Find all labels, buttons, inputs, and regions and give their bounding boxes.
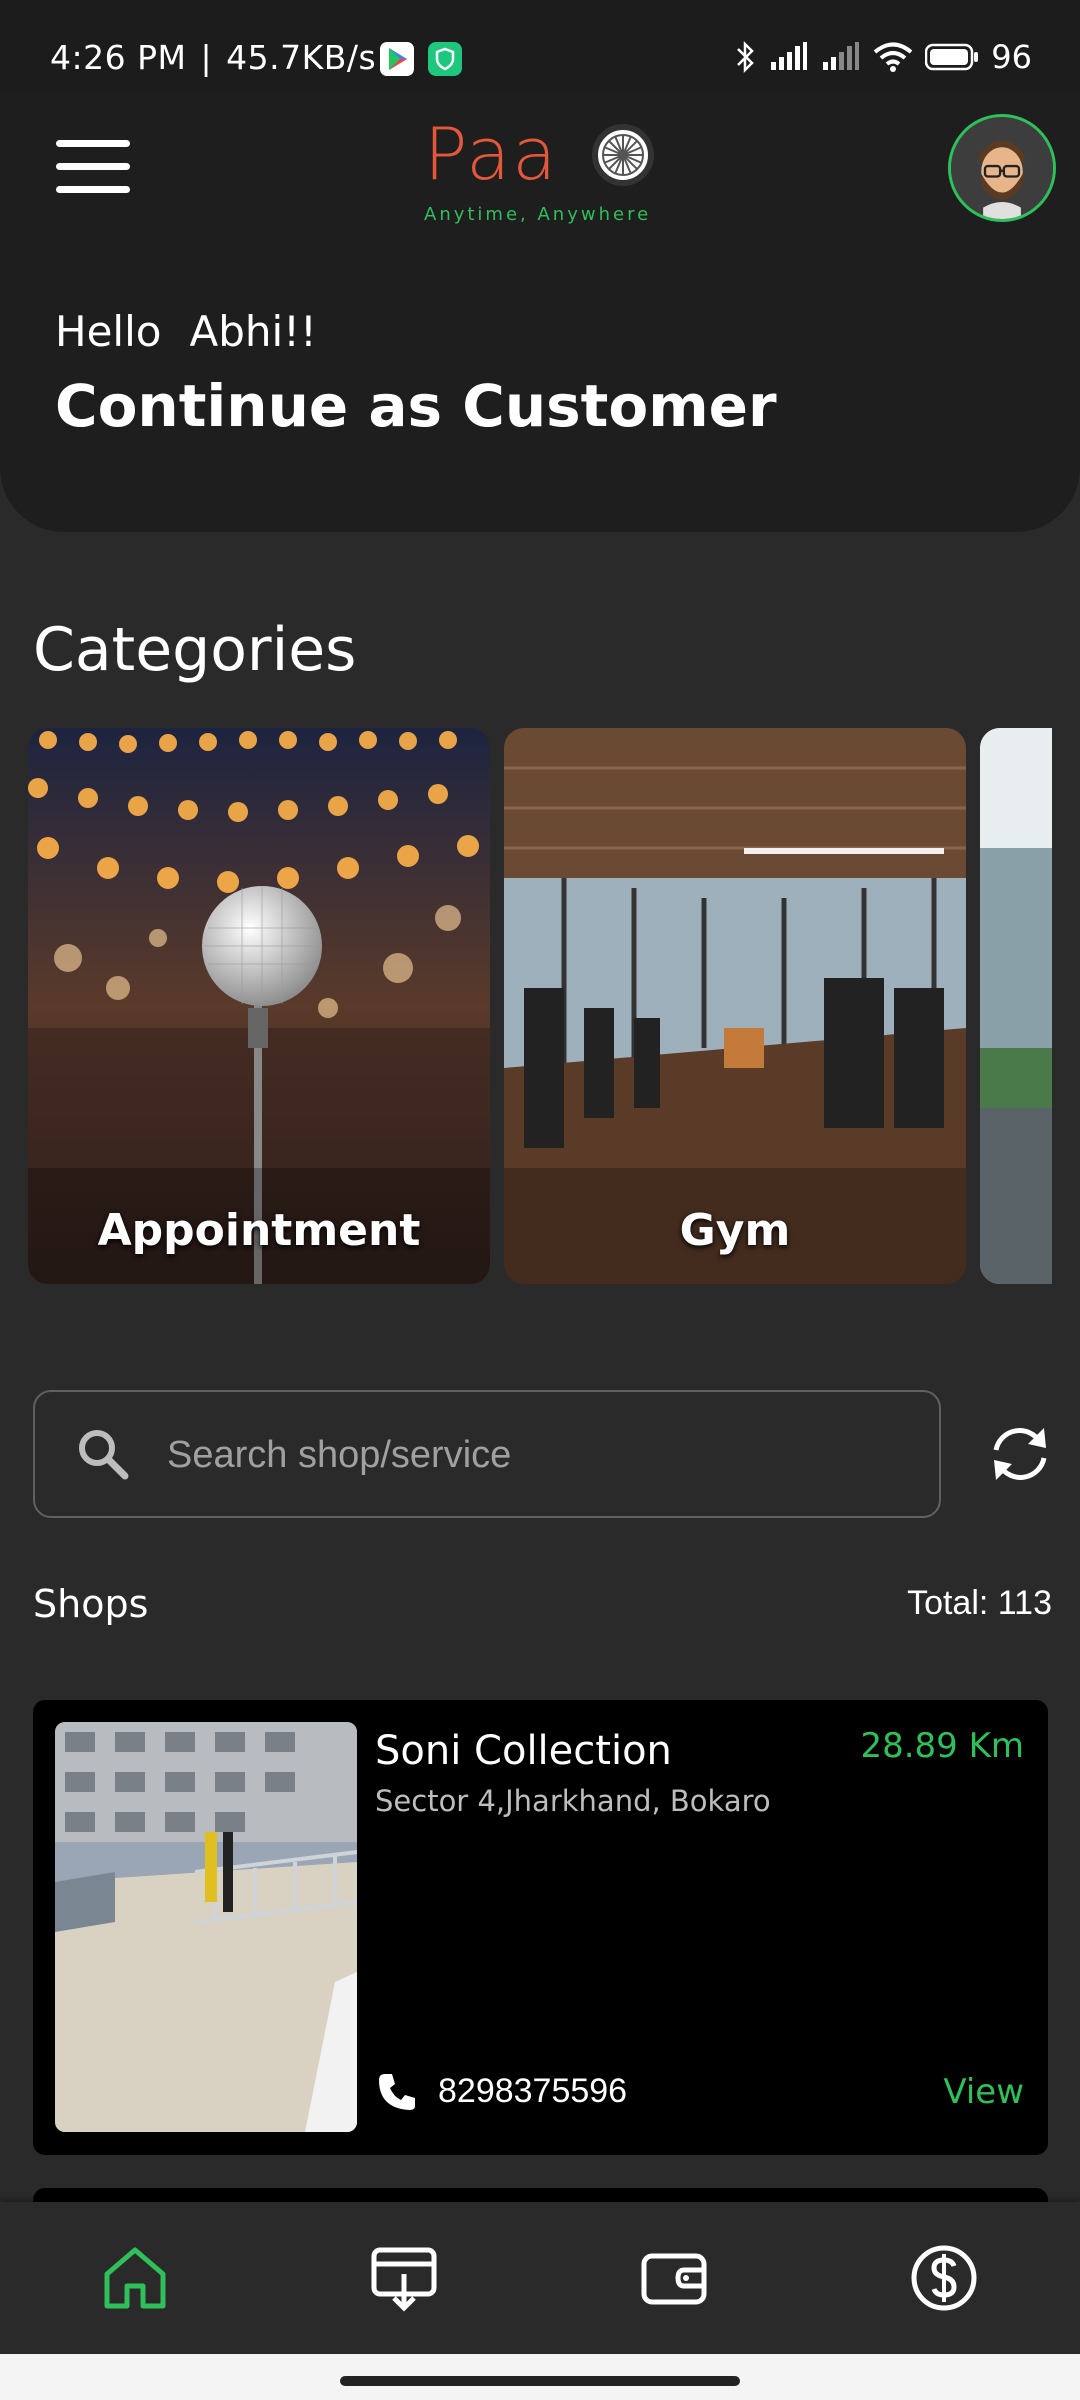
- chakra-wheel-icon: [592, 124, 654, 186]
- gym-image: [504, 728, 966, 1284]
- greeting: Hello Abhi!!: [55, 307, 317, 356]
- page-title: Continue as Customer: [55, 372, 777, 440]
- shop-image: [55, 1722, 357, 2132]
- hamburger-icon-line: [56, 186, 130, 193]
- wifi-icon: [874, 42, 913, 72]
- status-right: 96: [733, 38, 1032, 76]
- refresh-icon[interactable]: [986, 1420, 1054, 1488]
- battery-icon: [925, 43, 979, 71]
- battery-level: 96: [991, 38, 1032, 76]
- profile-avatar[interactable]: [948, 114, 1056, 222]
- hamburger-icon-line: [56, 163, 130, 170]
- category-image-partial: [980, 728, 1052, 1284]
- bottom-nav: [0, 2202, 1080, 2354]
- menu-button[interactable]: [56, 140, 130, 200]
- view-button[interactable]: View: [943, 2072, 1024, 2112]
- status-time: 4:26 PM: [50, 38, 187, 77]
- greeting-text: Hello: [55, 307, 162, 356]
- search-input[interactable]: [165, 1392, 909, 1518]
- billing-icon[interactable]: [368, 2242, 440, 2314]
- categories-title: Categories: [33, 615, 357, 685]
- app-logo: Paa Anytime, Anywhere: [424, 112, 664, 225]
- signal-icon-2: [823, 42, 860, 70]
- gesture-bar: [0, 2354, 1080, 2400]
- shop-photo: [55, 1722, 357, 2132]
- shops-label: Shops: [33, 1582, 149, 1626]
- category-label: Appointment: [97, 1205, 421, 1256]
- wallet-icon[interactable]: [638, 2242, 710, 2314]
- status-speed: 45.7KB/s: [226, 38, 377, 77]
- search-icon: [79, 1430, 129, 1480]
- home-icon[interactable]: [99, 2242, 171, 2314]
- logo-tagline: Anytime, Anywhere: [424, 204, 652, 225]
- appointment-image: [28, 728, 490, 1284]
- logo-text: Paa: [424, 112, 559, 196]
- status-separator: |: [200, 38, 213, 77]
- signal-icon: [771, 42, 808, 70]
- shop-phone[interactable]: 8298375596: [438, 2072, 627, 2111]
- vpn-shield-icon: [428, 42, 462, 76]
- shop-card[interactable]: Soni Collection Sector 4,Jharkhand, Boka…: [33, 1700, 1048, 2155]
- search-bar[interactable]: [33, 1390, 941, 1518]
- user-name: Abhi!!: [189, 307, 317, 356]
- avatar-icon: [951, 117, 1053, 219]
- shop-address: Sector 4,Jharkhand, Bokaro: [375, 1784, 771, 1818]
- shops-total: Total: 113: [907, 1584, 1052, 1622]
- category-card-gym[interactable]: Gym: [504, 728, 966, 1284]
- category-card-partial[interactable]: [980, 728, 1052, 1284]
- category-label: Gym: [679, 1205, 791, 1256]
- status-time-row: 4:26 PM | 45.7KB/s: [50, 38, 376, 77]
- header: Paa Anytime, Anywhere Hello Abhi!! Conti…: [0, 92, 1080, 532]
- status-bar: 4:26 PM | 45.7KB/s 96: [0, 0, 1080, 92]
- category-card-appointment[interactable]: Appointment: [28, 728, 490, 1284]
- hamburger-icon: [56, 140, 130, 147]
- home-indicator[interactable]: [340, 2376, 740, 2386]
- shop-distance: 28.89 Km: [860, 1726, 1024, 1766]
- dollar-icon[interactable]: [908, 2242, 980, 2314]
- bluetooth-icon: [737, 40, 755, 74]
- play-store-icon: [380, 42, 414, 76]
- shop-name: Soni Collection: [375, 1728, 672, 1774]
- phone-icon: [379, 2074, 415, 2110]
- categories-carousel[interactable]: Appointment Gym: [28, 728, 1052, 1284]
